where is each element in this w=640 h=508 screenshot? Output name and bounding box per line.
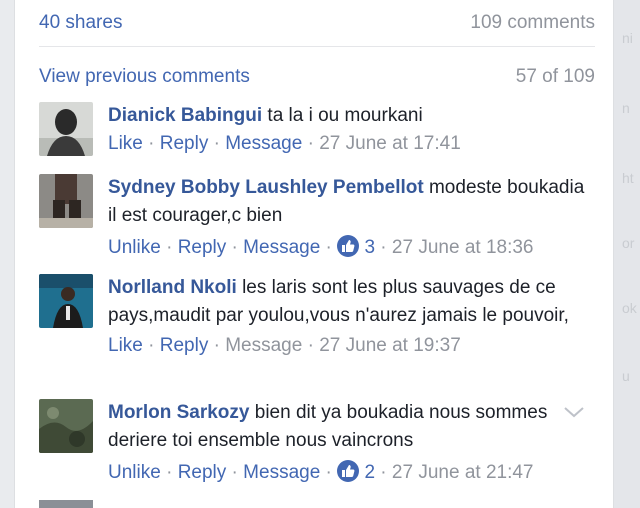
message-link[interactable]: Message [243,462,320,483]
comments-panel: 40 shares 109 comments View previous com… [14,0,614,508]
post-stats: 40 shares 109 comments [39,8,595,38]
comment-text: ta la i ou mourkani [267,105,423,126]
comment-timestamp[interactable]: 27 June at 19:37 [319,335,461,356]
like-link[interactable]: Like [108,133,143,154]
avatar[interactable] [39,399,93,453]
like-link[interactable]: Like [108,335,143,356]
avatar[interactable] [39,500,93,508]
like-count[interactable]: 3 [364,237,375,258]
comment-author[interactable]: Dianick Babingui [108,105,262,126]
view-previous-comments-link[interactable]: View previous comments [39,66,250,87]
reply-link[interactable]: Reply [160,335,209,356]
comment-actions: Like · Reply · Message · 27 June at 17:4… [108,133,461,154]
like-count[interactable]: 2 [364,462,375,483]
comment-timestamp[interactable]: 27 June at 18:36 [392,237,534,258]
shares-link[interactable]: 40 shares [39,12,122,34]
unlike-link[interactable]: Unlike [108,462,161,483]
comment-item-partial [39,496,595,508]
avatar[interactable] [39,274,93,328]
comment-timestamp[interactable]: 27 June at 17:41 [319,133,461,154]
comment-item: Dianick Babingui ta la i ou mourkani Lik… [39,102,595,162]
reply-link[interactable]: Reply [160,133,209,154]
comment-item: Norlland Nkoli les laris sont les plus s… [39,274,595,384]
chevron-down-icon[interactable] [563,405,585,424]
avatar[interactable] [39,102,93,156]
previous-comments-row: View previous comments 57 of 109 [39,66,595,88]
comment-timestamp[interactable]: 27 June at 21:47 [392,462,534,483]
thumbs-up-icon [337,235,360,257]
message-link[interactable]: Message [225,335,302,356]
right-gutter: ni n ht or ok u [614,0,640,508]
comment-actions: Unlike · Reply · Message · 2 · 27 June a… [108,460,534,483]
comment-author[interactable]: Sydney Bobby Laushley Pembellot [108,177,424,198]
thumbs-up-icon [337,460,360,482]
avatar[interactable] [39,174,93,228]
comment-item: Sydney Bobby Laushley Pembellot modeste … [39,174,595,264]
comment-author[interactable]: Norlland Nkoli [108,277,237,298]
left-gutter [0,0,14,508]
comment-item: Morlon Sarkozy bien dit ya boukadia nous… [39,399,595,489]
comment-actions: Like · Reply · Message · 27 June at 19:3… [108,335,461,356]
reply-link[interactable]: Reply [178,237,227,258]
comments-count[interactable]: 109 comments [470,12,595,34]
message-link[interactable]: Message [243,237,320,258]
comment-actions: Unlike · Reply · Message · 3 · 27 June a… [108,235,534,258]
unlike-link[interactable]: Unlike [108,237,161,258]
divider [39,46,595,47]
comment-position: 57 of 109 [515,66,595,87]
comment-author[interactable]: Morlon Sarkozy [108,402,249,423]
message-link[interactable]: Message [225,133,302,154]
reply-link[interactable]: Reply [178,462,227,483]
